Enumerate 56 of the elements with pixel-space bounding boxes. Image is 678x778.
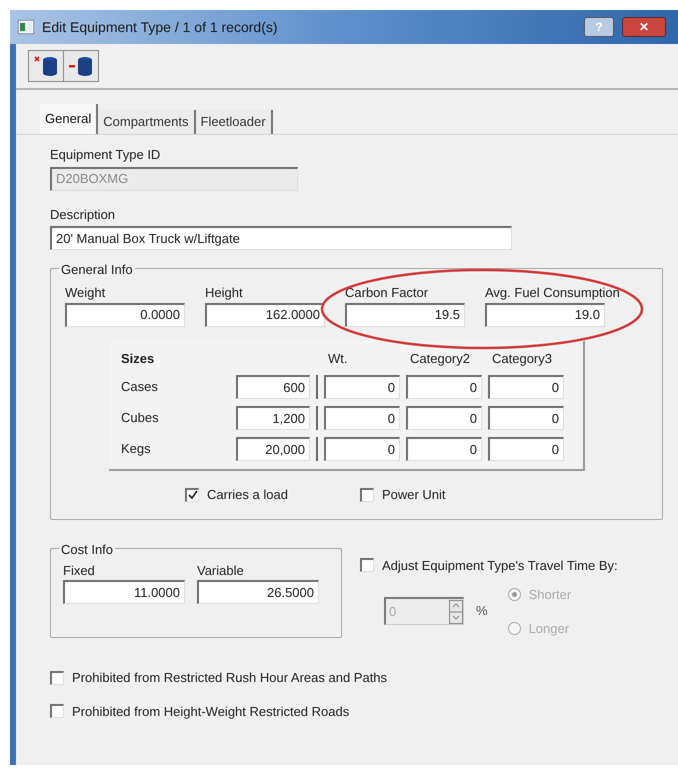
- column-heading: Category3: [492, 350, 553, 368]
- percent-sign: %: [476, 602, 488, 620]
- number-field[interactable]: 0: [488, 437, 564, 461]
- number-field[interactable]: 0: [488, 406, 564, 430]
- radio-label: Longer: [528, 620, 570, 638]
- app-icon: [18, 20, 34, 34]
- field-label: Fixed: [63, 562, 96, 580]
- number-field[interactable]: 0: [406, 406, 482, 430]
- number-field[interactable]: 0: [406, 375, 482, 399]
- tab[interactable]: Compartments: [98, 110, 196, 134]
- number-field[interactable]: 19.5: [345, 302, 465, 326]
- number-field[interactable]: 600: [236, 375, 310, 399]
- field-label: Equipment Type ID: [50, 146, 162, 164]
- radio-label: Shorter: [528, 586, 572, 604]
- row-label: Cases: [121, 378, 159, 396]
- row-label: Cubes: [121, 409, 160, 428]
- add-record-icon: [33, 55, 59, 77]
- field-label: Description: [50, 206, 116, 224]
- number-field[interactable]: 162.0000: [205, 302, 325, 326]
- window-title: Edit Equipment Type / 1 of 1 record(s): [42, 18, 279, 37]
- sizes-heading: Sizes: [121, 350, 156, 368]
- number-field[interactable]: 0: [324, 375, 400, 399]
- number-field[interactable]: 11.0000: [63, 580, 185, 604]
- number-field[interactable]: 1,200: [236, 406, 310, 430]
- checkbox-label: Prohibited from Restricted Rush Hour Areas and Paths: [72, 669, 388, 687]
- checkbox[interactable]: [185, 488, 199, 502]
- spinner-arrows-icon: [449, 600, 463, 624]
- checkbox-label: Power Unit: [382, 486, 446, 504]
- tab[interactable]: Fleetloader: [196, 110, 273, 134]
- number-field[interactable]: 0: [324, 437, 400, 461]
- number-field[interactable]: 26.5000: [197, 580, 319, 604]
- field-label: Height: [205, 284, 244, 302]
- checkbox-label: Prohibited from Height-Weight Restricted Roads: [72, 702, 350, 721]
- number-field[interactable]: 0: [488, 375, 564, 399]
- field-label: Carbon Factor: [345, 284, 430, 302]
- checkbox[interactable]: [360, 488, 374, 502]
- field-label: Variable: [197, 562, 245, 580]
- number-field[interactable]: 0: [406, 437, 482, 461]
- field-label: Avg. Fuel Consumption: [485, 284, 620, 302]
- close-button[interactable]: ✕: [622, 17, 666, 37]
- tab[interactable]: General: [40, 104, 98, 134]
- number-field[interactable]: 20,000: [236, 437, 310, 461]
- row-label: Kegs: [121, 440, 152, 458]
- number-field[interactable]: 0.0000: [65, 302, 185, 326]
- field-label: Weight: [65, 284, 106, 302]
- checkbox[interactable]: [50, 670, 64, 685]
- checkmark-icon: [188, 490, 198, 500]
- number-field[interactable]: 19.0: [485, 302, 605, 326]
- column-heading: Wt.: [328, 350, 348, 368]
- column-heading: Category2: [410, 350, 471, 368]
- number-field[interactable]: 0: [324, 406, 400, 430]
- checkbox-label: Adjust Equipment Type's Travel Time By:: [382, 556, 618, 575]
- checkbox[interactable]: [50, 704, 64, 718]
- description-field[interactable]: 20' Manual Box Truck w/Liftgate: [50, 226, 512, 250]
- checkbox-label: Carries a load: [207, 486, 288, 504]
- remove-record-icon: [68, 55, 94, 77]
